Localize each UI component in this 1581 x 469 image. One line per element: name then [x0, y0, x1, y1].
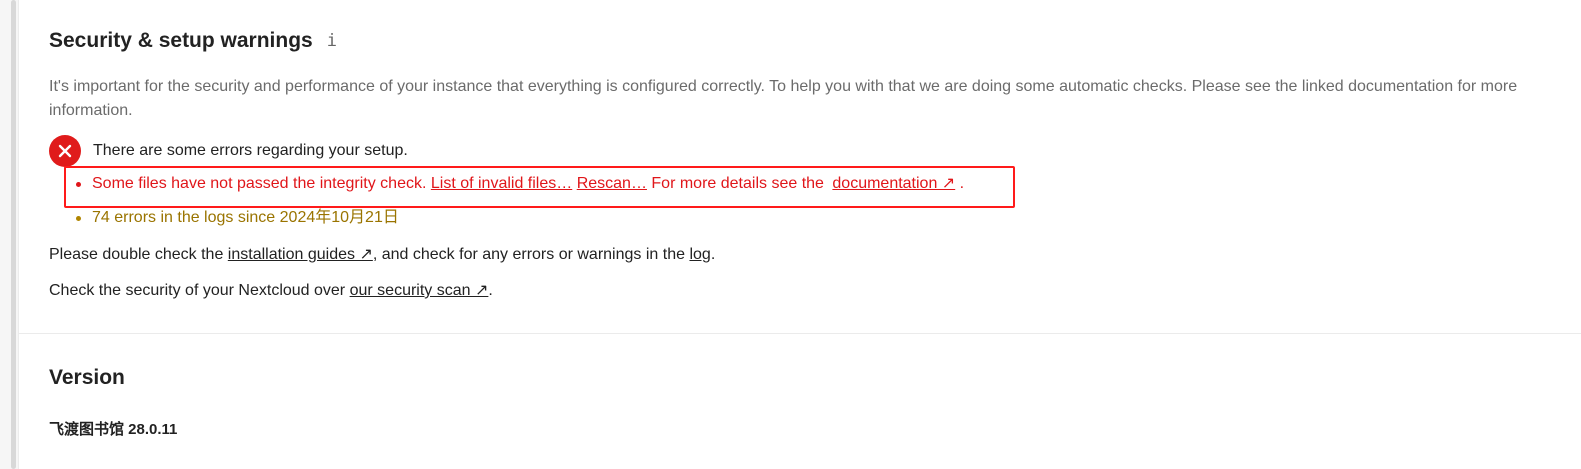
scrollbar[interactable] — [11, 0, 16, 469]
security-title-text: Security & setup warnings — [49, 29, 313, 52]
security-scan-link[interactable]: our security scan ↗ — [350, 282, 489, 299]
integrity-highlight-box — [64, 166, 1015, 208]
log-link[interactable]: log — [689, 246, 710, 263]
list-item-log-warning: 74 errors in the logs since 2024年10月21日 — [76, 208, 964, 228]
version-value: 飞渡图书馆 28.0.11 — [49, 421, 178, 438]
security-setup-section: Security & setup warnings i It's importa… — [18, 0, 1581, 334]
error-summary-row: There are some errors regarding your set… — [49, 135, 408, 167]
security-scan-suffix: . — [488, 282, 493, 299]
double-check-middle: , and check for any errors or warnings i… — [372, 246, 685, 263]
installation-guides-link[interactable]: installation guides ↗ — [228, 246, 373, 263]
security-description: It's important for the security and perf… — [49, 78, 1518, 119]
error-x-icon — [49, 135, 81, 167]
settings-content: Security & setup warnings i It's importa… — [18, 0, 1581, 469]
double-check-prefix: Please double check the — [49, 246, 224, 263]
double-check-note: Please double check the installation gui… — [49, 244, 715, 266]
info-icon[interactable]: i — [327, 27, 337, 55]
double-check-suffix: . — [710, 246, 716, 263]
section-title-security: Security & setup warnings i — [49, 27, 337, 55]
security-scan-note: Check the security of your Nextcloud ove… — [49, 280, 493, 302]
section-title-version: Version — [49, 366, 125, 389]
security-scan-prefix: Check the security of your Nextcloud ove… — [49, 282, 346, 299]
left-navigation-rail — [0, 0, 19, 469]
error-summary-text: There are some errors regarding your set… — [93, 142, 408, 159]
